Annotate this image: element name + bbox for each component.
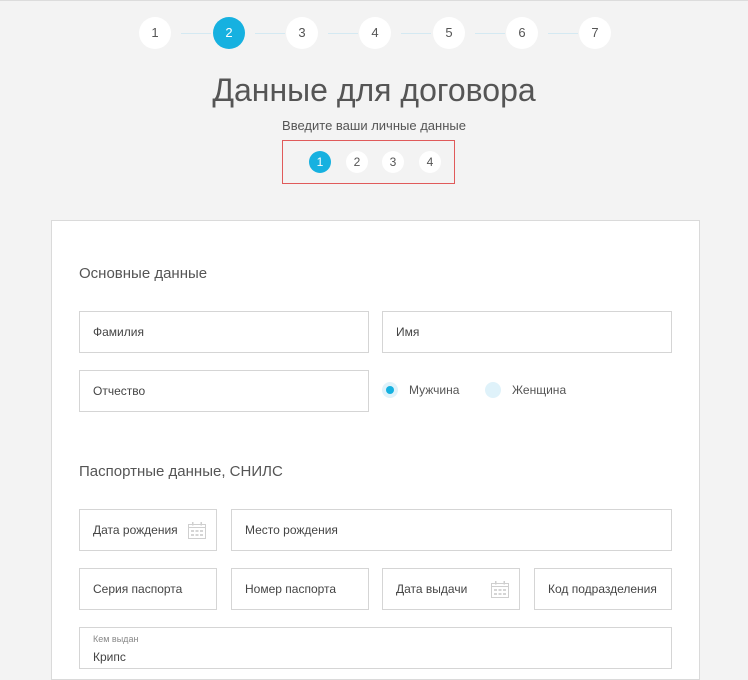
- calendar-icon[interactable]: [491, 581, 509, 598]
- patronymic-field[interactable]: Отчество: [79, 370, 369, 412]
- birth-place-field[interactable]: Место рождения: [231, 509, 672, 551]
- step-connector: [548, 33, 578, 34]
- last-name-label: Фамилия: [93, 325, 144, 339]
- division-code-field[interactable]: Код подразделения: [534, 568, 672, 610]
- gender-male-radio[interactable]: [382, 382, 398, 398]
- first-name-label: Имя: [396, 325, 420, 339]
- issued-by-field[interactable]: Кем выдан Крипс: [79, 627, 672, 669]
- birth-place-label: Место рождения: [245, 523, 338, 537]
- step-connector: [181, 33, 211, 34]
- step-6[interactable]: 6: [506, 17, 538, 49]
- passport-number-field[interactable]: Номер паспорта: [231, 568, 369, 610]
- birth-date-label: Дата рождения: [93, 523, 178, 537]
- birth-date-field[interactable]: Дата рождения: [79, 509, 217, 551]
- passport-series-label: Серия паспорта: [93, 582, 183, 596]
- step-3[interactable]: 3: [286, 17, 318, 49]
- step-4[interactable]: 4: [359, 17, 391, 49]
- substep-2[interactable]: 2: [346, 151, 368, 173]
- page-subtitle: Введите ваши личные данные: [282, 118, 466, 133]
- step-7[interactable]: 7: [579, 17, 611, 49]
- gender-female-label[interactable]: Женщина: [512, 383, 566, 397]
- form-card: [51, 220, 700, 680]
- division-code-label: Код подразделения: [548, 582, 657, 596]
- radio-selected-dot: [386, 386, 394, 394]
- step-2-active[interactable]: 2: [213, 17, 245, 49]
- passport-number-label: Номер паспорта: [245, 582, 337, 596]
- passport-section-title: Паспортные данные, СНИЛС: [79, 463, 283, 480]
- step-1[interactable]: 1: [139, 17, 171, 49]
- step-connector: [475, 33, 505, 34]
- step-connector: [401, 33, 431, 34]
- step-connector: [255, 33, 285, 34]
- substep-3[interactable]: 3: [382, 151, 404, 173]
- top-border: [0, 0, 748, 1]
- gender-female-radio[interactable]: [485, 382, 501, 398]
- calendar-icon[interactable]: [188, 522, 206, 539]
- substep-4[interactable]: 4: [419, 151, 441, 173]
- issue-date-label: Дата выдачи: [396, 582, 468, 596]
- issue-date-field[interactable]: Дата выдачи: [382, 568, 520, 610]
- first-name-field[interactable]: Имя: [382, 311, 672, 353]
- passport-series-field[interactable]: Серия паспорта: [79, 568, 217, 610]
- substep-1-active[interactable]: 1: [309, 151, 331, 173]
- step-5[interactable]: 5: [433, 17, 465, 49]
- page-title: Данные для договора: [212, 72, 536, 108]
- basic-data-section-title: Основные данные: [79, 265, 208, 282]
- step-connector: [328, 33, 358, 34]
- last-name-field[interactable]: Фамилия: [79, 311, 369, 353]
- patronymic-label: Отчество: [93, 384, 146, 398]
- issued-by-label: Кем выдан: [93, 634, 139, 644]
- gender-male-label[interactable]: Мужчина: [409, 383, 459, 397]
